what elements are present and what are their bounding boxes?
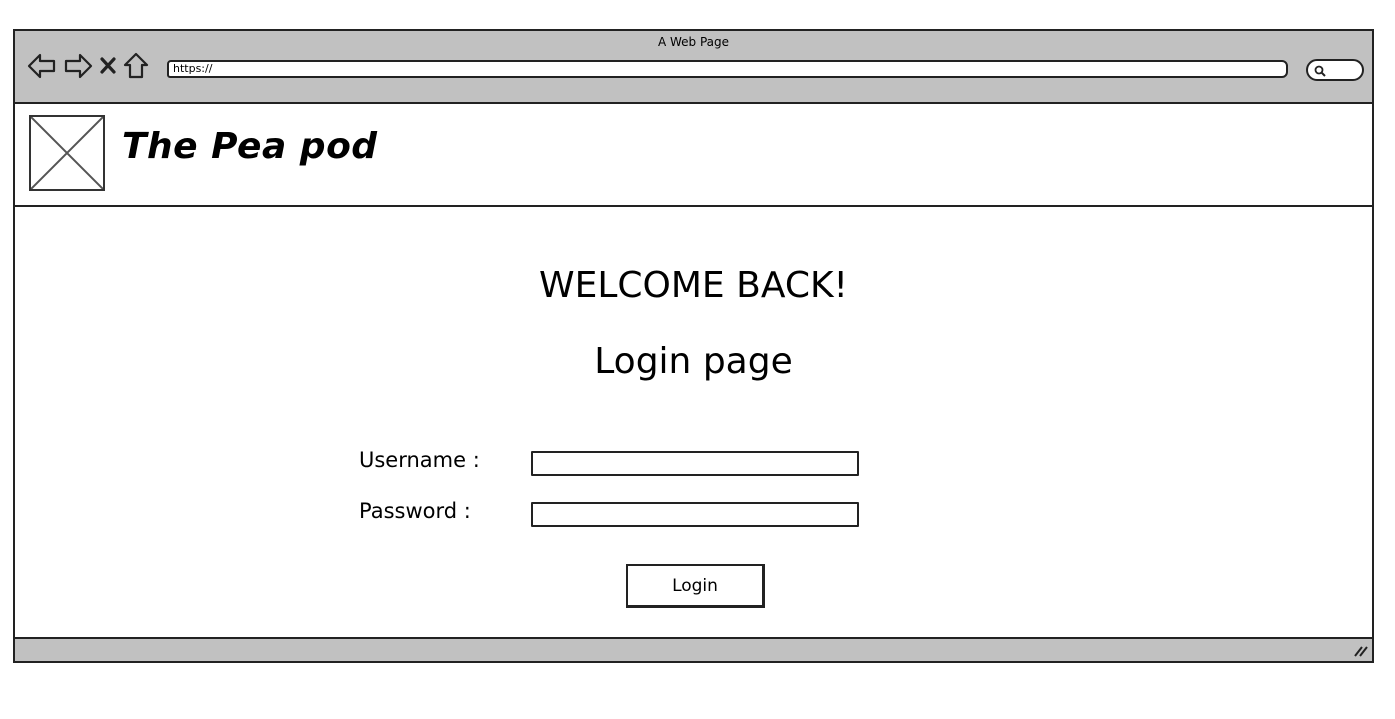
home-icon[interactable] bbox=[123, 52, 149, 80]
username-field[interactable] bbox=[531, 451, 859, 476]
status-bar bbox=[15, 637, 1372, 661]
browser-window: A Web Page https:// The Pea pod WELCOME … bbox=[13, 29, 1374, 663]
welcome-heading: WELCOME BACK! bbox=[539, 265, 848, 306]
close-x-icon[interactable] bbox=[99, 55, 117, 77]
back-arrow-icon[interactable] bbox=[27, 53, 57, 79]
page-title: Login page bbox=[594, 341, 793, 382]
site-title: The Pea pod bbox=[122, 126, 378, 167]
site-header: The Pea pod bbox=[15, 104, 1372, 207]
login-button[interactable]: Login bbox=[626, 564, 765, 608]
password-label: Password : bbox=[359, 499, 471, 523]
browser-search-button[interactable] bbox=[1306, 59, 1364, 81]
password-field[interactable] bbox=[531, 502, 859, 527]
resize-grip-icon[interactable] bbox=[1352, 642, 1368, 661]
address-bar[interactable]: https:// bbox=[167, 60, 1288, 78]
window-title: A Web Page bbox=[657, 35, 730, 49]
nav-controls bbox=[27, 51, 149, 81]
browser-chrome: A Web Page https:// bbox=[15, 31, 1372, 104]
forward-arrow-icon[interactable] bbox=[63, 53, 93, 79]
username-label: Username : bbox=[359, 448, 480, 472]
image-placeholder-icon bbox=[29, 115, 105, 191]
search-icon bbox=[1314, 65, 1326, 77]
